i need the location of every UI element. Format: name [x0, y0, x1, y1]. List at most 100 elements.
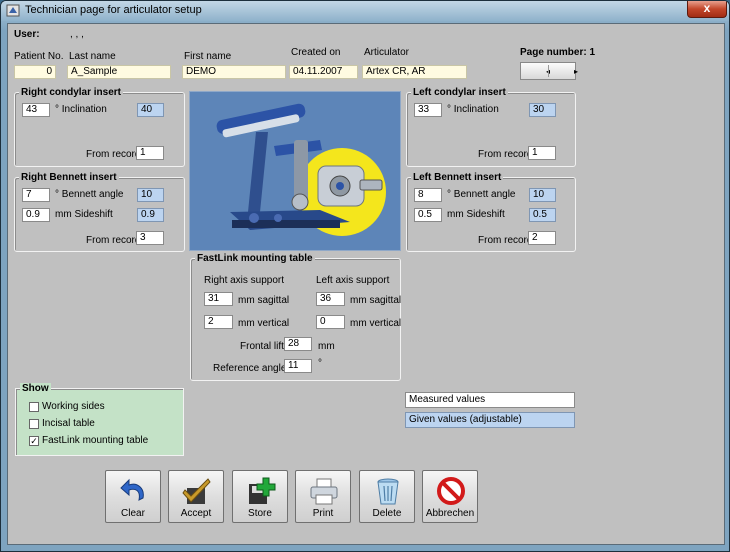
first-name-field[interactable]: DEMO [182, 65, 286, 79]
left-condylar-group: Left condylar insert 33 ° Inclination 30… [406, 87, 576, 167]
left-bennett-angle-given[interactable]: 10 [529, 188, 556, 202]
delete-button-label: Delete [372, 508, 402, 519]
print-button-label: Print [312, 508, 334, 519]
right-sideshift-given[interactable]: 0.9 [137, 208, 164, 222]
legend-measured-values: Measured values [405, 392, 575, 408]
fastlink-table-checkbox[interactable]: ✓ [29, 436, 39, 446]
frontal-lift-unit: mm [318, 341, 335, 352]
left-sagittal-field[interactable]: 36 [316, 292, 345, 306]
checkmark-icon: ✓ [30, 436, 38, 446]
right-vertical-field[interactable]: 2 [204, 315, 233, 329]
undo-arrow-icon [120, 478, 144, 501]
articulator-label: Articulator [364, 47, 410, 58]
legend-given-values: Given values (adjustable) [405, 412, 575, 428]
right-bennett-from-record-label: From record [86, 235, 141, 246]
store-button-label: Store [248, 508, 272, 519]
first-name-label: First name [184, 51, 232, 62]
right-axis-label: Right axis support [204, 275, 285, 286]
right-inclination-given[interactable]: 40 [137, 103, 164, 117]
title-bar[interactable]: Technician page for articulator setup x [1, 1, 729, 21]
client-area: User: , , , Patient No. 0 Last name A_Sa… [7, 23, 725, 545]
frontal-lift-field[interactable]: 28 [284, 337, 312, 351]
reference-angle-field[interactable]: 11 [284, 359, 312, 373]
incisal-table-checkbox[interactable] [29, 419, 39, 429]
right-condylar-group: Right condylar insert 43 ° Inclination 4… [14, 87, 185, 167]
left-bennett-from-record-label: From record [478, 235, 533, 246]
app-icon [6, 4, 20, 17]
reference-angle-unit: ° [318, 358, 322, 369]
reference-angle-label: Reference angle [213, 363, 287, 374]
right-bennett-title: Right Bennett insert [19, 172, 119, 183]
page-next-button[interactable]: ▸ [550, 64, 578, 78]
arrow-right-icon: ▸ [573, 67, 578, 76]
accept-button-label: Accept [180, 508, 212, 519]
right-bennett-angle-measured[interactable]: 7 [22, 188, 50, 202]
incisal-table-label[interactable]: Incisal table [42, 418, 95, 429]
created-on-field[interactable]: 04.11.2007 [289, 65, 358, 79]
right-vertical-label: mm vertical [238, 318, 290, 329]
delete-button[interactable]: Delete [359, 470, 415, 523]
right-sideshift-label: mm Sideshift [55, 209, 113, 220]
right-sideshift-measured[interactable]: 0.9 [22, 208, 50, 222]
show-panel: Show Working sides Incisal table ✓ FastL… [15, 383, 184, 456]
left-sideshift-measured[interactable]: 0.5 [414, 208, 442, 222]
show-title: Show [20, 383, 51, 394]
printer-icon [310, 478, 338, 505]
right-bennett-from-record[interactable]: 3 [136, 231, 164, 245]
accept-check-icon [182, 478, 211, 504]
right-bennett-angle-label: ° Bennett angle [55, 189, 124, 200]
patient-no-label: Patient No. [14, 51, 64, 62]
left-vertical-field[interactable]: 0 [316, 315, 345, 329]
print-button[interactable]: Print [295, 470, 351, 523]
fastlink-title: FastLink mounting table [195, 253, 315, 264]
articulator-image [189, 91, 401, 251]
cancel-prohibited-icon [437, 477, 465, 505]
left-bennett-angle-measured[interactable]: 8 [414, 188, 442, 202]
left-axis-label: Left axis support [316, 275, 390, 286]
user-value: , , , [70, 29, 84, 40]
left-bennett-title: Left Bennett insert [411, 172, 504, 183]
left-sideshift-label: mm Sideshift [447, 209, 505, 220]
application-window: Technician page for articulator setup x … [0, 0, 730, 552]
working-sides-label[interactable]: Working sides [42, 401, 105, 412]
right-inclination-label: ° Inclination [55, 104, 107, 115]
right-inclination-measured[interactable]: 43 [22, 103, 50, 117]
left-condylar-from-record-label: From record [478, 149, 533, 160]
window-title: Technician page for articulator setup [25, 4, 202, 16]
frontal-lift-label: Frontal lift [240, 341, 284, 352]
store-button[interactable]: Store [232, 470, 288, 523]
close-window-button[interactable]: x [687, 1, 727, 18]
right-sagittal-label: mm sagittal [238, 295, 290, 306]
trash-bin-icon [377, 478, 399, 505]
working-sides-checkbox[interactable] [29, 402, 39, 412]
clear-button[interactable]: Clear [105, 470, 161, 523]
accept-button[interactable]: Accept [168, 470, 224, 523]
right-bennett-angle-given[interactable]: 10 [137, 188, 164, 202]
left-condylar-title: Left condylar insert [411, 87, 508, 98]
left-vertical-label: mm vertical [350, 318, 402, 329]
left-inclination-measured[interactable]: 33 [414, 103, 442, 117]
left-bennett-angle-label: ° Bennett angle [447, 189, 516, 200]
right-condylar-from-record-label: From record [86, 149, 141, 160]
store-add-icon [249, 477, 276, 504]
left-sideshift-given[interactable]: 0.5 [529, 208, 556, 222]
left-inclination-given[interactable]: 30 [529, 103, 556, 117]
page-prev-button[interactable]: ◂ [522, 64, 550, 78]
patient-no-field[interactable]: 0 [14, 65, 56, 79]
last-name-field[interactable]: A_Sample [67, 65, 171, 79]
left-bennett-from-record[interactable]: 2 [528, 231, 556, 245]
cancel-button[interactable]: Abbrechen [422, 470, 478, 523]
left-condylar-from-record[interactable]: 1 [528, 146, 556, 160]
close-icon: x [703, 1, 711, 15]
clear-button-label: Clear [121, 508, 145, 519]
page-pager: ◂ ▸ [520, 62, 578, 80]
right-sagittal-field[interactable]: 31 [204, 292, 233, 306]
articulator-field[interactable]: Artex CR, AR [362, 65, 467, 79]
fastlink-table-label[interactable]: FastLink mounting table [42, 435, 148, 446]
left-sagittal-label: mm sagittal [350, 295, 402, 306]
left-bennett-group: Left Bennett insert 8 ° Bennett angle 10… [406, 172, 576, 252]
page-number-label: Page number: 1 [520, 47, 596, 58]
last-name-label: Last name [69, 51, 116, 62]
created-on-label: Created on [291, 47, 341, 58]
right-condylar-from-record[interactable]: 1 [136, 146, 164, 160]
